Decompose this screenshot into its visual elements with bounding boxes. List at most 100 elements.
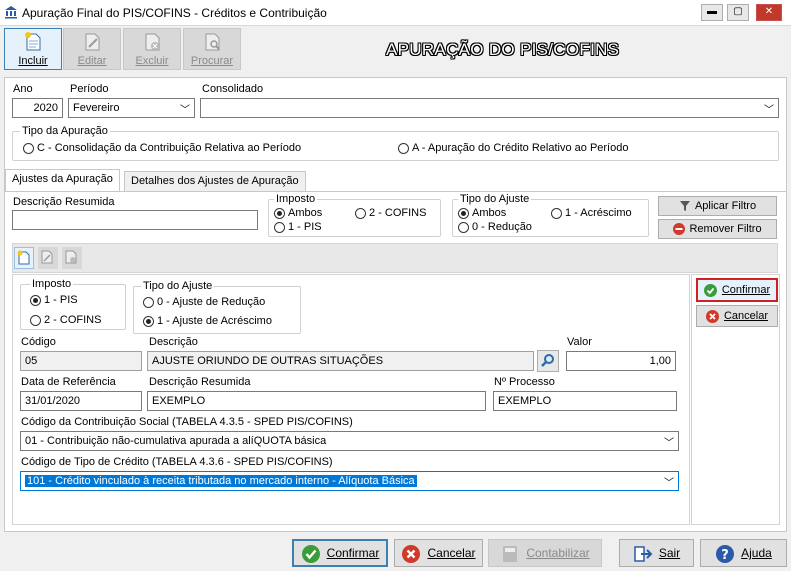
tab-ajustes[interactable]: Ajustes da Apuração [5, 169, 120, 192]
filtro-imposto-ambos[interactable]: Ambos [274, 207, 322, 219]
radio-on-icon [143, 315, 154, 327]
filtro-imposto-pis[interactable]: 1 - PIS [274, 221, 322, 233]
descricao-resumida-label: Descrição Resumida [149, 376, 251, 388]
periodo-value: Fevereiro [73, 102, 120, 114]
filtro-tipo-acrescimo[interactable]: 1 - Acréscimo [551, 207, 632, 219]
periodo-label: Período [70, 83, 109, 95]
radio-consolidacao[interactable]: C - Consolidação da Contribuição Relativ… [23, 142, 301, 154]
new-document-icon [25, 32, 41, 51]
filtro-tipo-ambos-label: Ambos [472, 207, 507, 219]
radio-off-icon [274, 221, 285, 233]
consolidado-label: Consolidado [202, 83, 264, 95]
sair-button[interactable]: Sair [619, 539, 694, 567]
grid-delete-button[interactable] [62, 247, 82, 269]
remove-icon [673, 223, 686, 236]
radio-apuracao-credito[interactable]: A - Apuração do Crédito Relativo ao Perí… [398, 142, 628, 154]
tab-divider [5, 191, 786, 192]
side-cancelar-label: Cancelar [723, 310, 769, 322]
radio-imposto-cofins[interactable]: 2 - COFINS [30, 314, 101, 326]
valor-input[interactable]: 1,00 [566, 351, 676, 371]
edit-document-icon [85, 33, 100, 51]
radio-apuracao-credito-label: A - Apuração do Crédito Relativo ao Perí… [412, 142, 629, 154]
consolidado-select[interactable]: ﹀ [200, 98, 779, 118]
radio-ajuste-acrescimo[interactable]: 1 - Ajuste de Acréscimo [143, 315, 272, 327]
filtro-tipo-reducao[interactable]: 0 - Redução [458, 221, 532, 233]
radio-off-icon [458, 221, 469, 233]
ajuda-button[interactable]: ? Ajuda [700, 539, 787, 567]
editar-button[interactable]: Editar [63, 28, 121, 70]
filtro-descricao-label: Descrição Resumida [13, 196, 115, 208]
periodo-select[interactable]: Fevereiro ﹀ [68, 98, 195, 118]
contribuicao-value: 01 - Contribuição não-cumulativa apurada… [25, 435, 327, 447]
confirmar-button[interactable]: Confirmar [292, 539, 388, 567]
codigo-input[interactable]: 05 [20, 351, 142, 371]
radio-off-icon [398, 142, 409, 154]
confirmar-label: Confirmar [326, 546, 380, 560]
processo-input[interactable]: EXEMPLO [493, 391, 677, 411]
grid-edit-button[interactable] [38, 247, 58, 269]
procurar-button[interactable]: Procurar [183, 28, 241, 70]
filtro-tipo-ambos[interactable]: Ambos [458, 207, 506, 219]
side-confirmar-label: Confirmar [721, 284, 771, 296]
cancel-icon [705, 309, 719, 323]
filtro-tipo-title: Tipo do Ajuste [458, 193, 532, 205]
procurar-label: Procurar [190, 55, 234, 67]
contribuicao-label: Código da Contribuição Social (TABELA 4.… [21, 416, 353, 428]
incluir-label: Incluir [18, 55, 48, 67]
close-button[interactable]: ✕ [756, 4, 782, 21]
tipo-credito-select[interactable]: 101 - Crédito vinculado à receita tribut… [20, 471, 679, 491]
maximize-button[interactable]: ▢ [727, 4, 749, 21]
editar-label: Editar [77, 55, 107, 67]
radio-imposto-cofins-label: 2 - COFINS [44, 314, 102, 326]
filter-icon [679, 201, 690, 212]
radio-ajuste-reducao-label: 0 - Ajuste de Redução [157, 296, 266, 308]
filtro-imposto-title: Imposto [274, 193, 318, 205]
ano-input[interactable]: 2020 [12, 98, 63, 118]
filtro-imposto-cofins[interactable]: 2 - COFINS [355, 207, 426, 219]
title-bar: Apuração Final do PIS/COFINS - Créditos … [0, 0, 791, 26]
cancel-icon [402, 544, 421, 563]
grid-toolbar [12, 243, 778, 273]
radio-imposto-pis[interactable]: 1 - PIS [30, 294, 78, 306]
excluir-button[interactable]: Excluir [123, 28, 181, 70]
descricao-search-button[interactable] [537, 350, 559, 372]
codigo-label: Código [21, 336, 56, 348]
new-document-icon [17, 250, 30, 265]
filtro-imposto-pis-label: 1 - PIS [288, 221, 322, 233]
tab-detalhes[interactable]: Detalhes dos Ajustes de Apuração [124, 171, 306, 192]
side-cancelar-button[interactable]: Cancelar [696, 305, 778, 327]
remover-filtro-button[interactable]: Remover Filtro [658, 219, 777, 239]
filtro-tipo-reducao-label: 0 - Redução [472, 221, 532, 233]
incluir-button[interactable]: Incluir [4, 28, 62, 70]
processo-label: Nº Processo [494, 376, 555, 388]
radio-imposto-pis-label: 1 - PIS [44, 294, 78, 306]
contabilizar-label: Contabilizar [526, 546, 590, 560]
cancelar-button[interactable]: Cancelar [394, 539, 483, 567]
descricao-resumida-input[interactable]: EXEMPLO [147, 391, 486, 411]
radio-off-icon [355, 207, 366, 219]
remover-filtro-label: Remover Filtro [689, 223, 762, 235]
check-icon [703, 283, 717, 297]
sair-label: Sair [658, 546, 681, 560]
radio-consolidacao-label: C - Consolidação da Contribuição Relativ… [37, 142, 302, 154]
grid-add-button[interactable] [14, 247, 34, 269]
imposto-title: Imposto [30, 278, 74, 290]
contribuicao-select[interactable]: 01 - Contribuição não-cumulativa apurada… [20, 431, 679, 451]
side-confirmar-button[interactable]: Confirmar [696, 278, 778, 302]
tipo-apuracao-title: Tipo da Apuração [20, 125, 110, 137]
filtro-descricao-input[interactable] [12, 210, 258, 230]
aplicar-filtro-button[interactable]: Aplicar Filtro [658, 196, 777, 216]
search-document-icon [205, 33, 220, 51]
contabilizar-button[interactable]: Contabilizar [488, 539, 602, 567]
minimize-button[interactable]: ▬ [701, 4, 723, 21]
radio-ajuste-reducao[interactable]: 0 - Ajuste de Redução [143, 296, 265, 308]
cancelar-label: Cancelar [427, 546, 476, 560]
window-title: Apuração Final do PIS/COFINS - Créditos … [22, 6, 327, 20]
svg-text:?: ? [721, 548, 729, 563]
filtro-imposto-cofins-label: 2 - COFINS [369, 207, 427, 219]
data-referencia-input[interactable]: 31/01/2020 [20, 391, 142, 411]
tab-ajustes-label: Ajustes da Apuração [12, 173, 113, 185]
radio-off-icon [143, 296, 154, 308]
descricao-input[interactable]: AJUSTE ORIUNDO DE OUTRAS SITUAÇÕES [147, 351, 534, 371]
exit-icon [634, 546, 653, 562]
